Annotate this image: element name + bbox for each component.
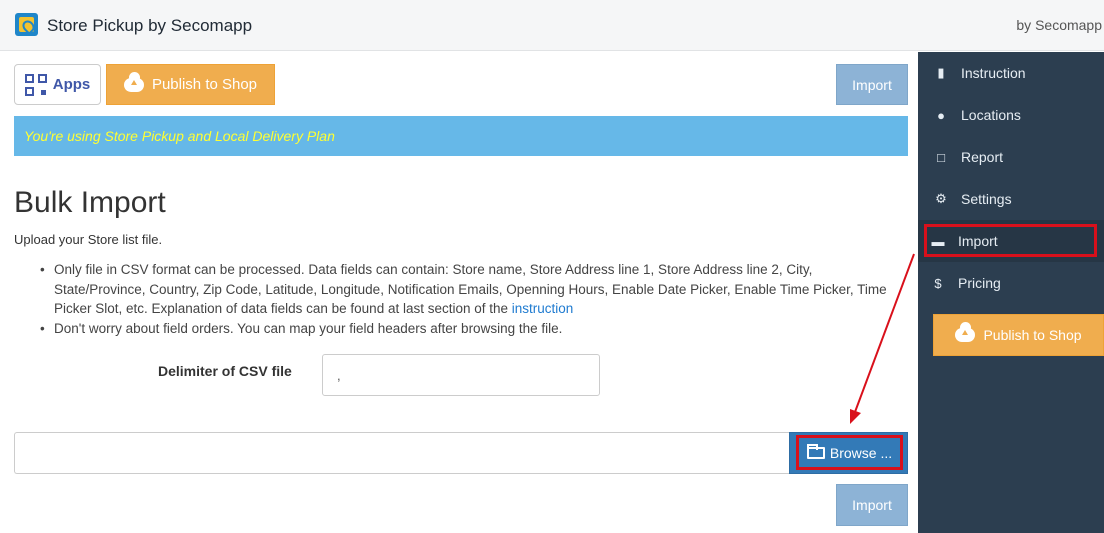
file-path-input[interactable]	[14, 432, 791, 474]
sidebar: ▮ Instruction ● Locations □ Report ⚙ Set…	[918, 52, 1104, 533]
delimiter-input[interactable]	[322, 354, 600, 396]
app-title: Store Pickup by Secomapp	[47, 16, 253, 35]
sidebar-item-settings[interactable]: ⚙ Settings	[918, 178, 1104, 220]
note-field-order: Don't worry about field orders. You can …	[54, 320, 563, 336]
sidebar-item-label: Settings	[961, 191, 1012, 207]
note-csv-format: Only file in CSV format can be processed…	[54, 262, 887, 316]
map-pin-icon: ●	[937, 107, 945, 123]
page-subtitle: Upload your Store list file.	[14, 232, 163, 247]
sidebar-item-report[interactable]: □ Report	[918, 136, 1104, 178]
import-highlight-box	[924, 224, 1097, 257]
sidebar-item-label: Locations	[961, 107, 1021, 123]
delimiter-label: Delimiter of CSV file	[158, 363, 292, 379]
cloud-upload-icon	[955, 322, 976, 342]
qr-code-icon	[24, 73, 47, 96]
book-icon: ▮	[937, 65, 945, 80]
publish-to-shop-button[interactable]: Publish to Shop	[106, 64, 275, 105]
cloud-upload-icon	[123, 71, 144, 92]
sidebar-publish-label: Publish to Shop	[983, 327, 1082, 343]
folder-open-icon	[806, 443, 825, 459]
import-button-top[interactable]: Import	[836, 64, 908, 105]
instruction-link[interactable]: instruction	[512, 301, 574, 316]
app-vendor-label: by Secomapp	[1016, 17, 1102, 33]
sidebar-publish-to-shop-button[interactable]: Publish to Shop	[933, 314, 1104, 356]
browse-button-label: Browse ...	[829, 444, 893, 461]
app-logo-icon	[15, 13, 38, 36]
sidebar-item-locations[interactable]: ● Locations	[918, 94, 1104, 136]
app-header: Store Pickup by Secomapp by Secomapp	[0, 0, 1104, 51]
main-content: Apps Publish to Shop Import You're using…	[0, 52, 918, 533]
sidebar-item-pricing[interactable]: $ Pricing	[918, 262, 1104, 304]
bar-chart-icon: □	[937, 149, 945, 165]
import-notes-list: Only file in CSV format can be processed…	[38, 260, 898, 338]
publish-button-label: Publish to Shop	[151, 76, 258, 93]
gear-icon: ⚙	[935, 191, 947, 206]
sidebar-item-instruction[interactable]: ▮ Instruction	[918, 52, 1104, 94]
list-item: Only file in CSV format can be processed…	[38, 260, 898, 319]
plan-banner-text: You're using Store Pickup and Local Deli…	[24, 128, 335, 144]
apps-button-label: Apps	[52, 76, 91, 93]
apps-button[interactable]: Apps	[14, 64, 101, 105]
import-button-bottom[interactable]: Import	[836, 484, 908, 526]
sidebar-item-label: Instruction	[961, 65, 1026, 81]
plan-banner: You're using Store Pickup and Local Deli…	[14, 116, 908, 156]
list-item: Don't worry about field orders. You can …	[38, 319, 898, 339]
sidebar-item-label: Pricing	[958, 275, 1001, 291]
dollar-icon: $	[934, 275, 942, 291]
page-title: Bulk Import	[14, 186, 166, 219]
sidebar-item-label: Report	[961, 149, 1004, 165]
browse-button-highlight[interactable]: Browse ...	[796, 435, 903, 470]
